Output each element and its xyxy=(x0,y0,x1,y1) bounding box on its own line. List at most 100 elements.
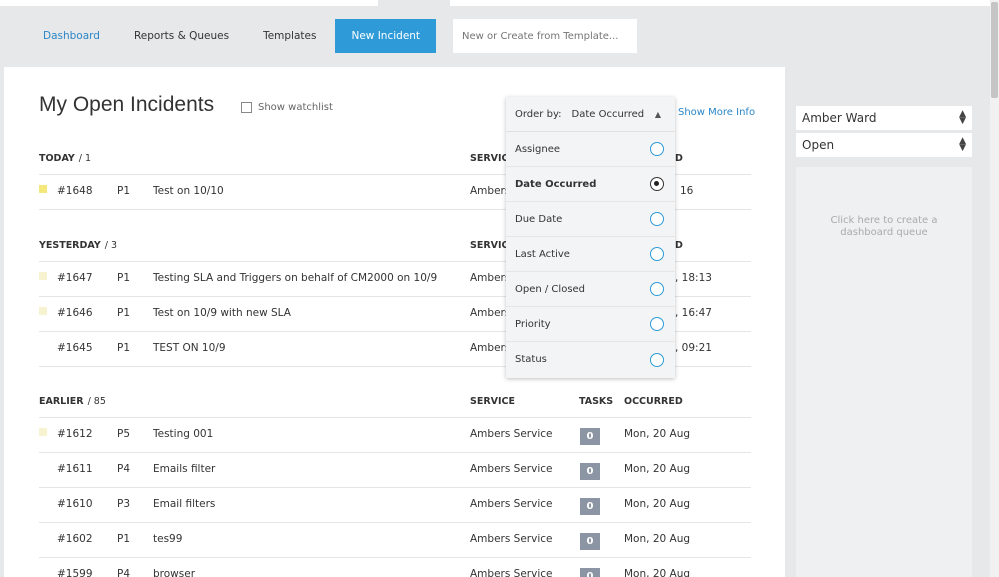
table-row[interactable]: #1602 P1 tes99 Ambers Service 0 Mon, 20 … xyxy=(39,523,751,558)
incident-id: #1611 xyxy=(57,463,93,475)
incident-id: #1648 xyxy=(57,185,93,197)
tasks-count-badge: 0 xyxy=(580,568,600,577)
tasks-count-badge: 0 xyxy=(580,428,600,445)
incident-service: Ambers xyxy=(470,307,511,319)
top-strip xyxy=(450,0,990,6)
nav-reports-queues[interactable]: Reports & Queues xyxy=(117,19,246,53)
incident-title[interactable]: Testing 001 xyxy=(153,428,213,440)
column-occurred[interactable]: OCCURRED xyxy=(624,396,683,407)
flag-marker xyxy=(39,272,47,280)
section-header-earlier: EARLIER/ 85 SERVICE TASKS OCCURRED xyxy=(39,382,751,418)
incident-title[interactable]: Email filters xyxy=(153,498,215,510)
flag-marker xyxy=(39,185,47,193)
order-option-last-active[interactable]: Last Active xyxy=(506,237,675,272)
incident-occurred: Mon, 20 Aug xyxy=(624,533,691,545)
option-label: Status xyxy=(515,354,547,365)
incident-id: #1599 xyxy=(57,568,93,577)
incident-id: #1645 xyxy=(57,342,93,354)
order-option-due-date[interactable]: Due Date xyxy=(506,202,675,237)
order-option-priority[interactable]: Priority xyxy=(506,307,675,342)
order-by-toggle[interactable]: Order by: Date Occurred ▲ xyxy=(506,97,675,132)
column-occurred[interactable]: D xyxy=(675,240,683,251)
new-incident-button[interactable]: New Incident xyxy=(335,19,437,53)
table-row[interactable]: #1611 P4 Emails filter Ambers Service 0 … xyxy=(39,453,751,488)
watchlist-label: Show watchlist xyxy=(258,102,333,113)
tasks-count-badge: 0 xyxy=(580,533,600,550)
order-by-dropdown: Order by: Date Occurred ▲ Assignee Date … xyxy=(506,97,675,378)
incident-service: Ambers Service xyxy=(470,533,553,545)
dashboard-queue-panel[interactable]: Click here to create a dashboard queue xyxy=(796,167,972,577)
template-search-input[interactable] xyxy=(453,19,638,53)
show-more-info-link[interactable]: Show More Info xyxy=(678,107,755,118)
status-select[interactable]: Open ▲ ▼ xyxy=(796,133,972,157)
incident-title[interactable]: tes99 xyxy=(153,533,182,545)
assignee-value: Amber Ward xyxy=(802,111,877,125)
radio-button[interactable] xyxy=(650,317,664,331)
order-option-date-occurred[interactable]: Date Occurred xyxy=(506,167,675,202)
incident-occurred: Mon, 20 Aug xyxy=(624,428,691,440)
incident-id: #1647 xyxy=(57,272,93,284)
tasks-count-badge: 0 xyxy=(580,463,600,480)
order-by-selected: Date Occurred xyxy=(571,108,645,120)
flag-marker xyxy=(39,307,47,315)
updown-arrows-icon: ▲ ▼ xyxy=(959,136,966,153)
incident-title[interactable]: Test on 10/9 with new SLA xyxy=(153,307,291,319)
incident-title[interactable]: Testing SLA and Triggers on behalf of CM… xyxy=(153,272,437,284)
incident-id: #1646 xyxy=(57,307,93,319)
incident-service: Ambers Service xyxy=(470,428,553,440)
incident-title[interactable]: TEST ON 10/9 xyxy=(153,342,226,354)
order-option-status[interactable]: Status xyxy=(506,342,675,377)
nav-dashboard[interactable]: Dashboard xyxy=(26,19,117,53)
watchlist-toggle[interactable]: Show watchlist xyxy=(241,102,333,113)
caret-up-icon: ▲ xyxy=(654,109,661,119)
incident-priority: P1 xyxy=(117,342,131,354)
table-row[interactable]: #1599 P4 browser Ambers Service 0 Mon, 2… xyxy=(39,558,751,577)
scrollbar-thumb[interactable] xyxy=(991,2,998,98)
section-count: / 85 xyxy=(87,396,106,407)
incident-service: Ambers xyxy=(470,342,511,354)
incident-occurred: , 16:47 xyxy=(675,307,712,319)
incident-id: #1610 xyxy=(57,498,93,510)
incident-title[interactable]: browser xyxy=(153,568,195,577)
nav-templates[interactable]: Templates xyxy=(246,19,333,53)
section-count: / 1 xyxy=(78,153,92,164)
incident-occurred: 16 xyxy=(680,185,694,197)
column-occurred[interactable]: D xyxy=(675,153,683,164)
create-queue-hint[interactable]: Click here to create a dashboard queue xyxy=(796,215,972,239)
column-service[interactable]: SERVICE xyxy=(470,396,515,407)
radio-button-selected[interactable] xyxy=(650,177,664,191)
order-option-open-closed[interactable]: Open / Closed xyxy=(506,272,675,307)
incident-service: Ambers Service xyxy=(470,498,553,510)
radio-button[interactable] xyxy=(650,142,664,156)
incident-service: Ambers xyxy=(470,272,511,284)
incident-priority: P3 xyxy=(117,498,131,510)
incident-service: Ambers xyxy=(470,185,511,197)
incident-id: #1612 xyxy=(57,428,93,440)
incident-service: Ambers Service xyxy=(470,463,553,475)
incident-priority: P1 xyxy=(117,272,131,284)
incident-title[interactable]: Emails filter xyxy=(153,463,215,475)
tasks-count-badge: 0 xyxy=(580,498,600,515)
option-label: Date Occurred xyxy=(515,178,597,190)
assignee-select[interactable]: Amber Ward ▲ ▼ xyxy=(796,106,972,130)
option-label: Last Active xyxy=(515,248,570,260)
page-scrollbar[interactable] xyxy=(990,0,999,577)
radio-button[interactable] xyxy=(650,352,664,367)
incident-title[interactable]: Test on 10/10 xyxy=(153,185,224,197)
hint-line: Click here to create a xyxy=(830,215,938,226)
order-by-label: Order by: xyxy=(515,108,562,120)
table-row[interactable]: #1610 P3 Email filters Ambers Service 0 … xyxy=(39,488,751,523)
radio-button[interactable] xyxy=(650,282,664,296)
column-service[interactable]: SERVIC xyxy=(470,240,509,251)
table-row[interactable]: #1612 P5 Testing 001 Ambers Service 0 Mo… xyxy=(39,418,751,453)
flag-marker xyxy=(39,428,47,436)
column-service[interactable]: SERVIC xyxy=(470,153,509,164)
radio-button[interactable] xyxy=(650,212,664,226)
order-option-assignee[interactable]: Assignee xyxy=(506,132,675,167)
option-label: Open / Closed xyxy=(515,283,586,295)
page-title: My Open Incidents xyxy=(39,93,215,116)
column-tasks[interactable]: TASKS xyxy=(579,396,613,407)
watchlist-checkbox[interactable] xyxy=(241,102,252,113)
radio-button[interactable] xyxy=(650,247,664,261)
section-label: EARLIER xyxy=(39,396,84,407)
